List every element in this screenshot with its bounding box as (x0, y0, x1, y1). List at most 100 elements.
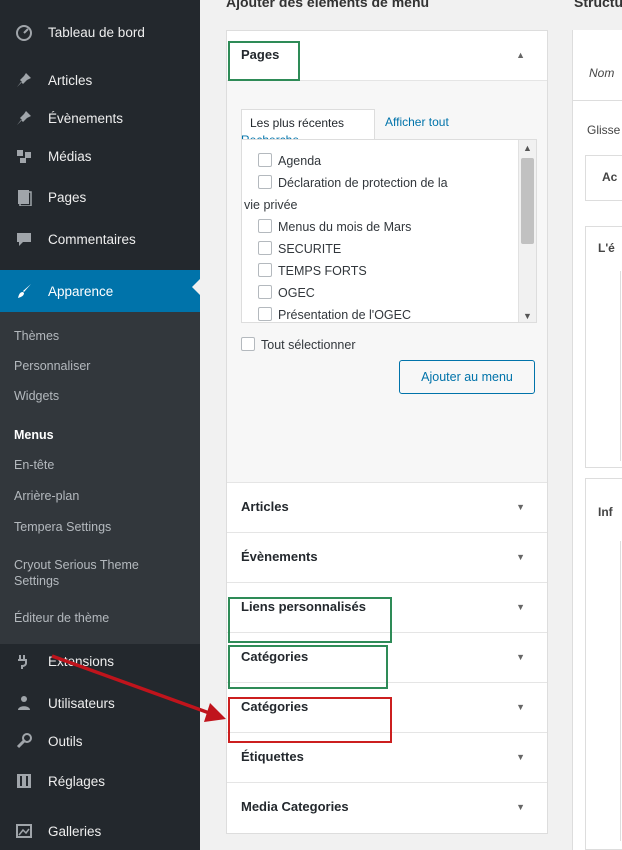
checkbox[interactable] (258, 285, 272, 299)
list-item[interactable]: Menus du mois de Mars (258, 216, 508, 238)
menu-item-title: Inf (598, 505, 613, 519)
sidebar-item-label: Tableau de bord (48, 24, 145, 40)
accordion-section-pages[interactable]: Pages ▲ (227, 31, 547, 81)
list-item[interactable]: OGEC (258, 282, 508, 304)
accordion-title: Pages (241, 47, 280, 62)
drag-instruction-text: Glisse (587, 123, 621, 137)
list-item[interactable]: TEMPS FORTS (258, 260, 508, 282)
expand-arrow-icon[interactable]: ▼ (516, 802, 525, 812)
expand-arrow-icon[interactable]: ▼ (516, 652, 525, 662)
checkbox[interactable] (258, 153, 272, 167)
menu-item-box[interactable]: Inf (585, 478, 622, 850)
checkbox[interactable] (258, 175, 272, 189)
sidebar-item-dashboard[interactable]: Tableau de bord (0, 15, 200, 49)
sidebar-item-label: Apparence (48, 283, 114, 299)
select-all-checkbox[interactable]: Tout sélectionner (241, 337, 356, 352)
accordion-section-etiquettes[interactable]: Étiquettes ▼ (227, 733, 547, 783)
submenu-item-widgets[interactable]: Widgets (14, 388, 194, 404)
checkbox[interactable] (258, 241, 272, 255)
list-scrollbar[interactable]: ▲ ▼ (518, 140, 536, 322)
accordion-title: Media Categories (241, 799, 349, 814)
submenu-item-en-tete[interactable]: En-tête (14, 457, 194, 473)
sidebar-item-pages[interactable]: Pages (0, 180, 200, 214)
checkbox[interactable] (258, 219, 272, 233)
sidebar-item-label: Évènements (48, 110, 124, 126)
apparence-submenu: Thèmes Personnaliser Widgets Menus En-tê… (0, 312, 200, 644)
submenu-item-personnaliser[interactable]: Personnaliser (14, 358, 194, 374)
pages-icon (14, 187, 34, 207)
main-content: Ajouter des éléments de menu Structure d… (200, 0, 622, 850)
expand-arrow-icon[interactable]: ▼ (516, 602, 525, 612)
submenu-item-cryout-settings[interactable]: Cryout Serious Theme Settings (14, 557, 179, 589)
submenu-item-menus[interactable]: Menus (14, 427, 194, 443)
list-item[interactable]: SECURITE (258, 238, 508, 260)
accordion-section-evenements[interactable]: Évènements ▼ (227, 533, 547, 583)
checkbox[interactable] (241, 337, 255, 351)
list-item-continuation: vie privée (244, 198, 298, 212)
menu-item-title: Ac (602, 170, 618, 184)
collapse-arrow-icon[interactable]: ▲ (516, 50, 525, 60)
accordion-section-media-categories[interactable]: Media Categories ▼ (227, 783, 547, 833)
submenu-item-tempera-settings[interactable]: Tempera Settings (14, 519, 194, 535)
add-to-menu-button[interactable]: Ajouter au menu (399, 360, 535, 394)
media-icon (14, 146, 34, 166)
menu-name-label: Nom (589, 66, 615, 80)
pin-icon (14, 108, 34, 128)
list-item[interactable]: Déclaration de protection de la (258, 172, 508, 194)
expand-arrow-icon[interactable]: ▼ (516, 702, 525, 712)
accordion-title: Étiquettes (241, 749, 304, 764)
checkbox[interactable] (258, 307, 272, 321)
expand-arrow-icon[interactable]: ▼ (516, 752, 525, 762)
add-items-heading: Ajouter des éléments de menu (226, 0, 430, 10)
sidebar-item-apparence[interactable]: Apparence (0, 270, 200, 312)
sidebar-item-evenements[interactable]: Évènements (0, 101, 200, 135)
sidebar-item-commentaires[interactable]: Commentaires (0, 222, 200, 256)
tab-recent-label: Les plus récentes (250, 116, 345, 130)
menu-item-box[interactable]: L'é (585, 226, 622, 468)
wrench-icon (14, 731, 34, 751)
sidebar-item-utilisateurs[interactable]: Utilisateurs (0, 686, 200, 720)
sidebar-item-label: Galleries (48, 823, 102, 839)
accordion-title: Catégories (241, 649, 309, 664)
menu-structure-panel: Nom Glisse Ac L'é Inf (572, 30, 622, 850)
list-item[interactable]: Présentation de l'OGEC (258, 304, 508, 322)
sidebar-item-label: Médias (48, 148, 92, 164)
accordion-section-categories-duplicate[interactable]: Catégories ▼ (227, 683, 547, 733)
submenu-item-arriere-plan[interactable]: Arrière-plan (14, 488, 194, 504)
accordion-section-liens-personnalises[interactable]: Liens personnalisés ▼ (227, 583, 547, 633)
sidebar-item-outils[interactable]: Outils (0, 724, 200, 758)
menu-item-title: L'é (598, 241, 615, 255)
pages-checklist: Agenda Déclaration de protection de la v… (241, 139, 537, 323)
submenu-item-editeur-theme[interactable]: Éditeur de thème (14, 610, 194, 626)
menu-structure-heading: Structure du menu (574, 0, 622, 10)
scroll-down-icon[interactable]: ▼ (523, 311, 532, 321)
sidebar-item-label: Outils (48, 733, 83, 749)
scroll-up-icon[interactable]: ▲ (523, 143, 532, 153)
sidebar-item-extensions[interactable]: Extensions (0, 644, 200, 678)
sidebar-item-medias[interactable]: Médias (0, 139, 200, 173)
expand-arrow-icon[interactable]: ▼ (516, 552, 525, 562)
plugin-icon (14, 651, 34, 671)
settings-icon (14, 771, 34, 791)
sidebar-item-galleries[interactable]: Galleries (0, 814, 200, 848)
divider (573, 100, 622, 101)
expand-arrow-icon[interactable]: ▼ (516, 502, 525, 512)
sidebar-item-label: Pages (48, 189, 87, 205)
sidebar-item-articles[interactable]: Articles (0, 63, 200, 97)
menu-item-box[interactable]: Ac (585, 155, 622, 201)
accordion-title: Évènements (241, 549, 318, 564)
list-item[interactable]: Agenda (258, 150, 508, 172)
submenu-item-themes[interactable]: Thèmes (14, 328, 194, 344)
checkbox[interactable] (258, 263, 272, 277)
accordion-title: Catégories (241, 699, 309, 714)
accordion-section-categories[interactable]: Catégories ▼ (227, 633, 547, 683)
sidebar-item-label: Commentaires (48, 231, 136, 247)
dashboard-icon (14, 22, 34, 42)
brush-icon (14, 281, 34, 301)
scroll-thumb[interactable] (521, 158, 534, 244)
comment-icon (14, 229, 34, 249)
section-headings: Ajouter des éléments de menu Structure d… (200, 0, 622, 14)
accordion-section-articles[interactable]: Articles ▼ (227, 483, 547, 533)
tab-all[interactable]: Afficher tout (385, 115, 449, 129)
sidebar-item-reglages[interactable]: Réglages (0, 764, 200, 798)
